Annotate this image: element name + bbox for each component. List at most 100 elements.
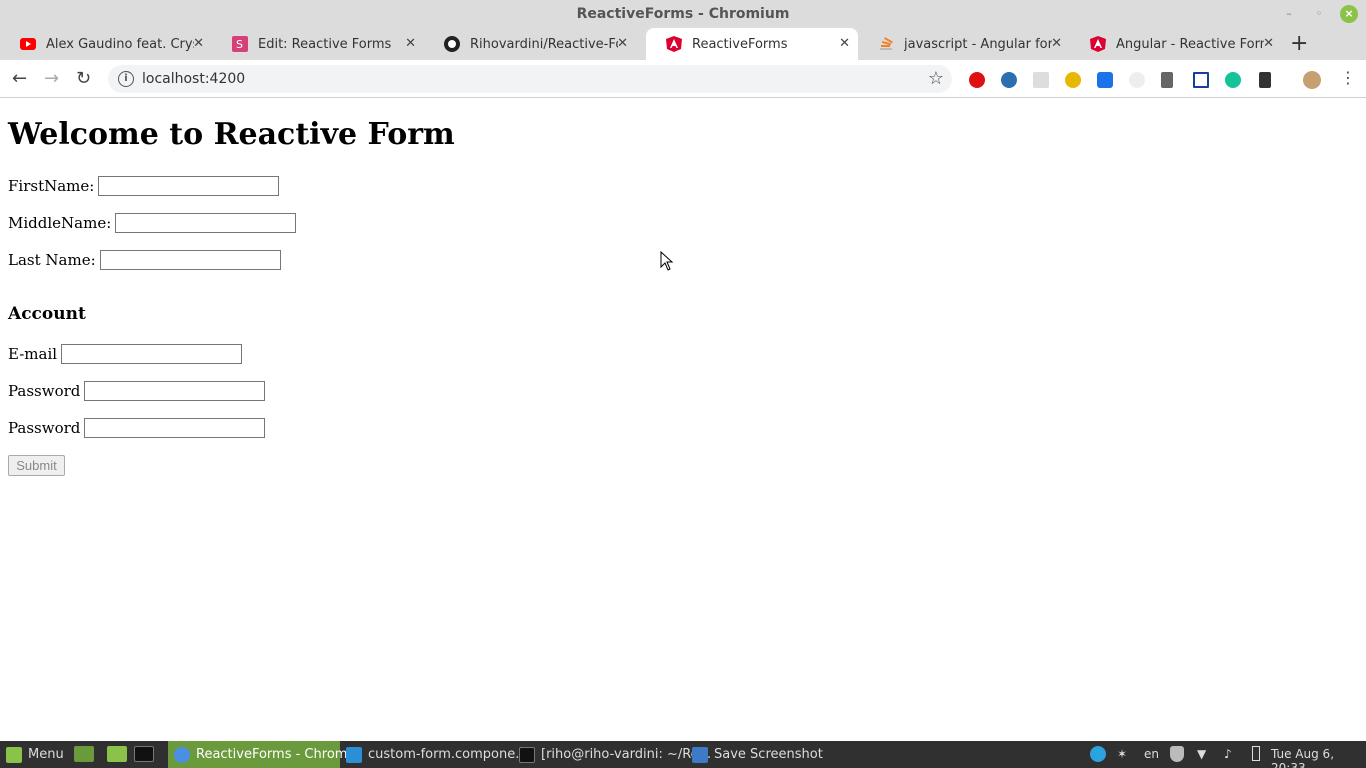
taskbar-item-label: [riho@riho-vardini: ~/Re... bbox=[541, 747, 712, 762]
reload-icon[interactable]: ↻ bbox=[76, 68, 91, 89]
mint-logo-icon bbox=[6, 746, 22, 763]
camera-icon bbox=[692, 746, 708, 763]
tab-label: Edit: Reactive Forms bbox=[258, 36, 392, 52]
submit-button[interactable]: Submit bbox=[8, 455, 65, 476]
tab-close-icon[interactable]: ✕ bbox=[405, 36, 416, 51]
grammarly-icon[interactable] bbox=[1225, 72, 1241, 88]
taskbar-item-chromium[interactable]: ReactiveForms - Chrom... bbox=[168, 741, 360, 768]
bluetooth-icon[interactable]: ✶ bbox=[1117, 747, 1127, 761]
bookmark-star-icon[interactable]: ☆ bbox=[928, 68, 944, 89]
tab-label: Angular - Reactive Forms bbox=[1116, 36, 1264, 52]
last-name-input[interactable] bbox=[99, 250, 281, 270]
wifi-icon[interactable]: ▼ bbox=[1197, 747, 1206, 761]
extension-icon[interactable] bbox=[1001, 72, 1017, 88]
taskbar-item-screenshot[interactable]: Save Screenshot bbox=[692, 741, 832, 768]
confirm-password-input[interactable] bbox=[84, 418, 266, 438]
stackoverflow-icon bbox=[878, 36, 894, 52]
password-label: Password bbox=[8, 382, 81, 400]
battery-icon[interactable] bbox=[1252, 746, 1260, 761]
start-menu-label: Menu bbox=[28, 747, 64, 762]
taskbar-item-label: custom-form.compone... bbox=[368, 747, 528, 762]
adblock-extension-icon[interactable] bbox=[969, 72, 985, 88]
os-taskbar: Menu ReactiveForms - Chrom... custom-for… bbox=[0, 741, 1366, 768]
url-text[interactable]: localhost:4200 bbox=[142, 71, 245, 87]
tab-label: Rihovardini/Reactive-Forms bbox=[470, 36, 618, 52]
back-icon[interactable]: ← bbox=[12, 68, 27, 89]
svg-text:S: S bbox=[236, 38, 243, 51]
browser-toolbar: ← → ↻ i localhost:4200 ☆ ⋮ bbox=[0, 60, 1366, 98]
taskbar-item-vscode[interactable]: custom-form.compone... bbox=[346, 741, 528, 768]
telegram-icon[interactable] bbox=[1090, 746, 1106, 762]
github-icon bbox=[444, 36, 460, 52]
last-name-label: Last Name: bbox=[8, 251, 96, 269]
page-content: Welcome to Reactive Form FirstName: Midd… bbox=[0, 99, 1366, 741]
vscode-icon bbox=[346, 746, 362, 763]
stackedit-icon: S bbox=[232, 36, 248, 52]
terminal-icon bbox=[519, 746, 535, 763]
middle-name-input[interactable] bbox=[115, 213, 297, 233]
new-tab-icon[interactable]: + bbox=[1290, 31, 1308, 56]
tab-label: Alex Gaudino feat. Crystal bbox=[46, 36, 194, 52]
email-input[interactable] bbox=[61, 344, 243, 364]
forward-icon[interactable]: → bbox=[44, 68, 59, 89]
maximize-icon[interactable]: ◦ bbox=[1310, 5, 1328, 23]
tab-close-icon[interactable]: ✕ bbox=[1263, 36, 1274, 51]
angular-icon bbox=[666, 36, 682, 52]
middle-name-row: MiddleName: bbox=[8, 213, 297, 233]
first-name-input[interactable] bbox=[98, 176, 280, 196]
password-row: Password bbox=[8, 381, 266, 401]
taskbar-item-terminal[interactable]: [riho@riho-vardini: ~/Re... bbox=[519, 741, 711, 768]
tab-stackoverflow[interactable]: javascript - Angular forms ✕ bbox=[858, 28, 1070, 60]
extension-icon[interactable] bbox=[1097, 72, 1113, 88]
account-heading: Account bbox=[8, 304, 86, 324]
password-input[interactable] bbox=[84, 381, 266, 401]
extension-icon[interactable] bbox=[1129, 72, 1145, 88]
tab-close-icon[interactable]: ✕ bbox=[839, 36, 850, 51]
tab-angular-docs[interactable]: Angular - Reactive Forms ✕ bbox=[1070, 28, 1282, 60]
tab-close-icon[interactable]: ✕ bbox=[617, 36, 628, 51]
tab-youtube[interactable]: Alex Gaudino feat. Crystal ✕ bbox=[0, 28, 212, 60]
show-desktop-icon[interactable] bbox=[74, 746, 94, 762]
extension-icon[interactable] bbox=[1161, 72, 1173, 88]
confirm-password-label: Password bbox=[8, 419, 81, 437]
tab-stackedit[interactable]: S Edit: Reactive Forms ✕ bbox=[212, 28, 424, 60]
tab-label: javascript - Angular forms bbox=[904, 36, 1052, 52]
email-row: E-mail bbox=[8, 344, 243, 364]
keyboard-language[interactable]: en bbox=[1144, 747, 1159, 761]
tab-close-icon[interactable]: ✕ bbox=[193, 36, 204, 51]
taskbar-item-label: Save Screenshot bbox=[714, 747, 823, 762]
email-label: E-mail bbox=[8, 345, 58, 363]
site-info-icon[interactable]: i bbox=[118, 71, 134, 87]
extension-icon[interactable] bbox=[1033, 72, 1049, 88]
clock[interactable]: Tue Aug 6, 20:33 bbox=[1271, 747, 1366, 768]
volume-icon[interactable]: ♪ bbox=[1224, 747, 1232, 761]
extension-icon[interactable] bbox=[1259, 72, 1271, 88]
minimize-icon[interactable]: – bbox=[1280, 5, 1298, 23]
avatar[interactable] bbox=[1303, 71, 1321, 89]
taskbar-item-label: ReactiveForms - Chrom... bbox=[196, 747, 360, 762]
angular-icon bbox=[1090, 36, 1106, 52]
confirm-password-row: Password bbox=[8, 418, 266, 438]
terminal-icon[interactable] bbox=[134, 746, 154, 762]
last-name-row: Last Name: bbox=[8, 250, 281, 270]
youtube-icon bbox=[20, 36, 36, 52]
start-menu-button[interactable]: Menu bbox=[6, 741, 64, 768]
extension-icon[interactable] bbox=[1065, 72, 1081, 88]
tab-reactiveforms[interactable]: ReactiveForms ✕ bbox=[646, 28, 858, 60]
menu-kebab-icon[interactable]: ⋮ bbox=[1340, 68, 1356, 87]
address-bar[interactable]: i localhost:4200 ☆ bbox=[108, 65, 952, 93]
tab-label: ReactiveForms bbox=[692, 36, 788, 52]
first-name-row: FirstName: bbox=[8, 176, 280, 196]
close-window-icon[interactable]: × bbox=[1340, 5, 1358, 23]
tab-close-icon[interactable]: ✕ bbox=[1051, 36, 1062, 51]
tab-github[interactable]: Rihovardini/Reactive-Forms ✕ bbox=[424, 28, 636, 60]
chromium-icon bbox=[174, 746, 190, 763]
window-titlebar: ReactiveForms - Chromium – ◦ × bbox=[0, 0, 1366, 28]
extension-icon[interactable] bbox=[1193, 72, 1209, 88]
shield-icon[interactable] bbox=[1170, 746, 1184, 762]
file-manager-icon[interactable] bbox=[107, 746, 127, 762]
middle-name-label: MiddleName: bbox=[8, 214, 112, 232]
first-name-label: FirstName: bbox=[8, 177, 95, 195]
window-title: ReactiveForms - Chromium bbox=[576, 6, 790, 22]
tab-strip: Alex Gaudino feat. Crystal ✕ S Edit: Rea… bbox=[0, 28, 1366, 60]
